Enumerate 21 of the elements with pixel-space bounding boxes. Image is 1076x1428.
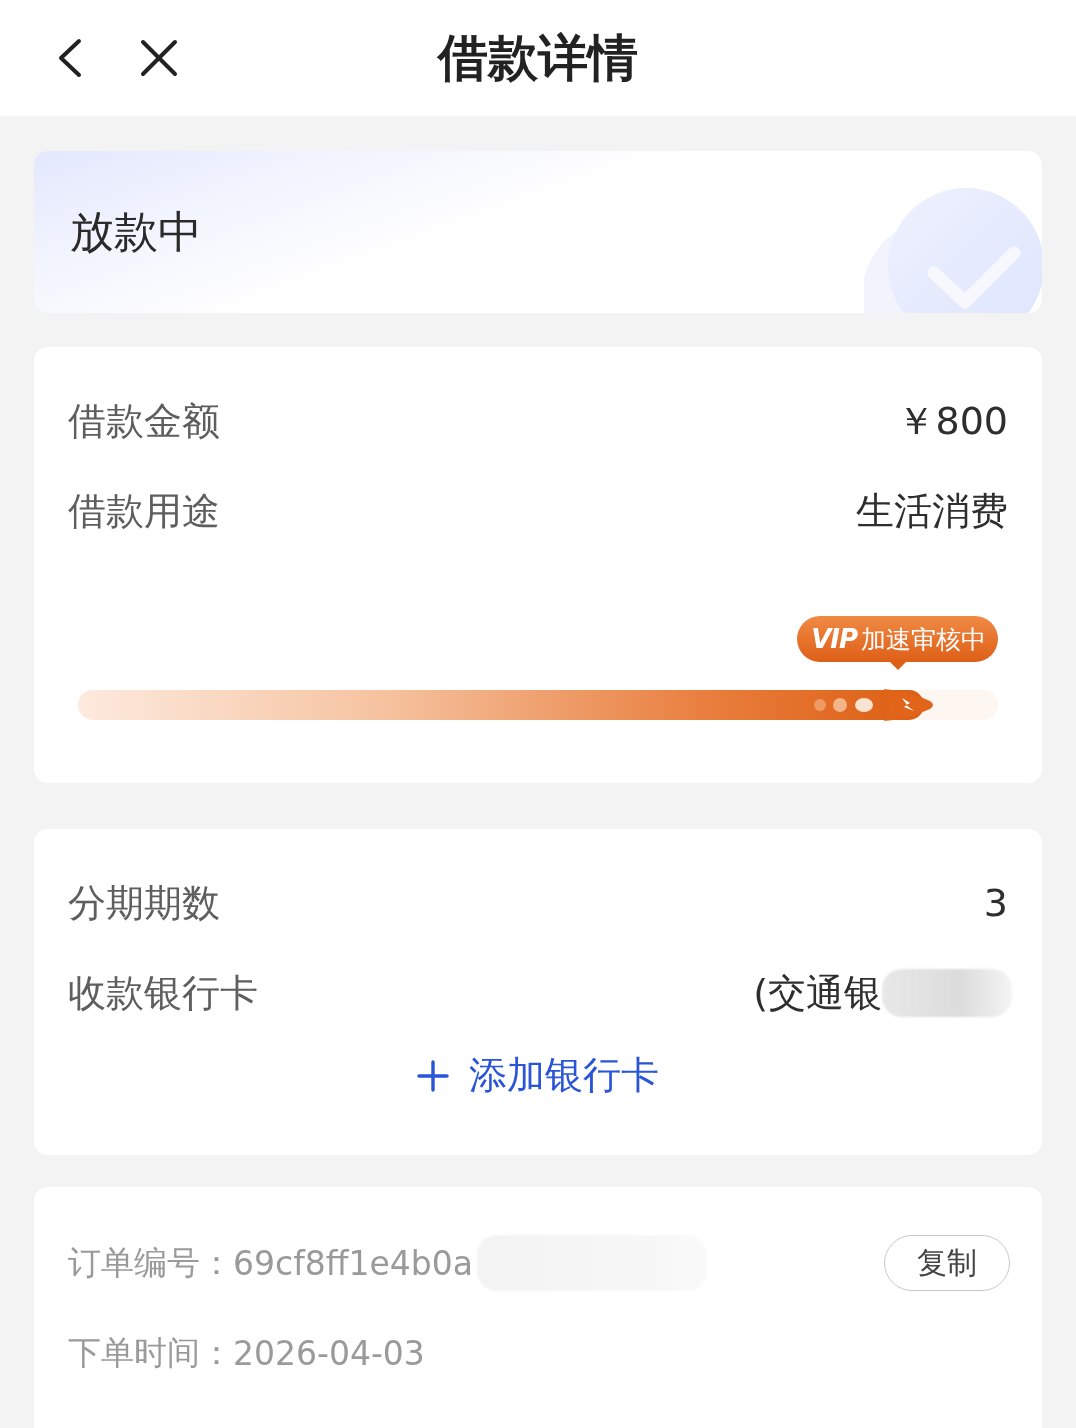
plus-icon	[417, 1059, 449, 1092]
page-title: 借款详情	[438, 27, 638, 89]
field-value: 生活消费	[856, 487, 1008, 535]
order-label: 下单时间：	[68, 1331, 233, 1374]
field-value: (交通银	[753, 969, 882, 1017]
field-label: 借款金额	[68, 397, 220, 445]
close-icon[interactable]	[140, 39, 178, 77]
status-text: 放款中	[70, 204, 202, 259]
field-label: 借款用途	[68, 487, 220, 535]
order-label: 订单编号：	[68, 1241, 233, 1284]
back-icon[interactable]	[57, 38, 83, 78]
field-label: 分期期数	[68, 879, 220, 927]
field-value: 3	[983, 881, 1008, 925]
vip-logo: VIP	[811, 624, 857, 654]
badge-text: 加速审核中	[861, 623, 986, 656]
copy-button[interactable]: 复制	[884, 1235, 1010, 1291]
order-value: 2026-04-03	[233, 1333, 425, 1373]
field-label: 收款银行卡	[68, 969, 258, 1017]
order-value: 69cf8ff1e4b0a	[233, 1243, 473, 1283]
add-bank-card-button[interactable]: 添加银行卡	[417, 1050, 659, 1101]
field-value: ￥800	[897, 397, 1008, 445]
